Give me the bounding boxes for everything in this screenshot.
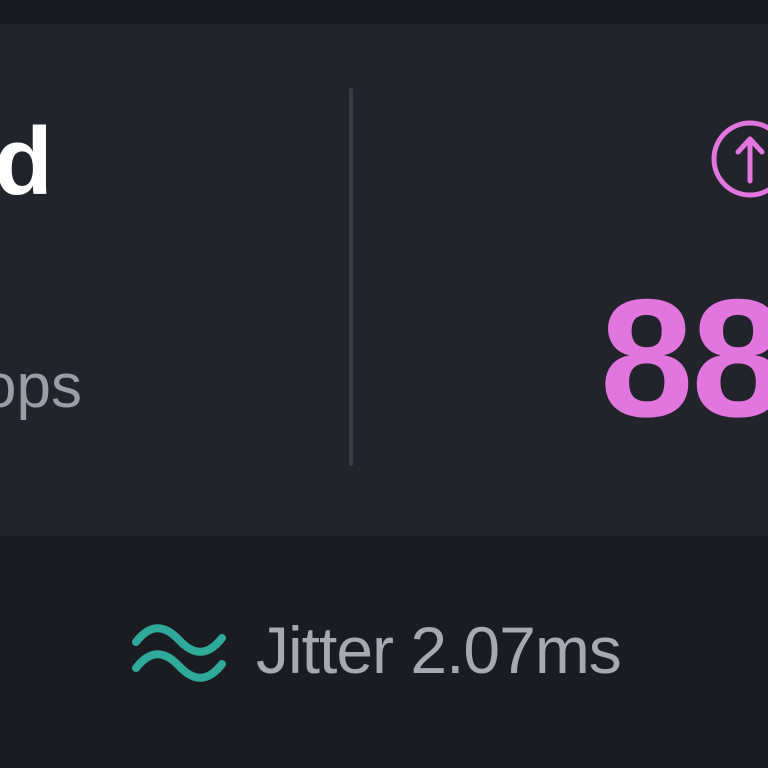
- wave-icon: [132, 624, 226, 682]
- speed-results-card: d ops 88: [0, 24, 768, 536]
- arrow-up-circle-icon: [710, 119, 768, 199]
- jitter-stat: Jitter 2.07ms: [130, 612, 622, 688]
- download-title: d: [0, 108, 53, 215]
- top-strip: [0, 0, 768, 24]
- divider: [349, 88, 353, 466]
- download-unit: ops: [0, 352, 82, 421]
- jitter-label: Jitter 2.07ms: [256, 613, 622, 687]
- upload-value: 88: [600, 264, 768, 452]
